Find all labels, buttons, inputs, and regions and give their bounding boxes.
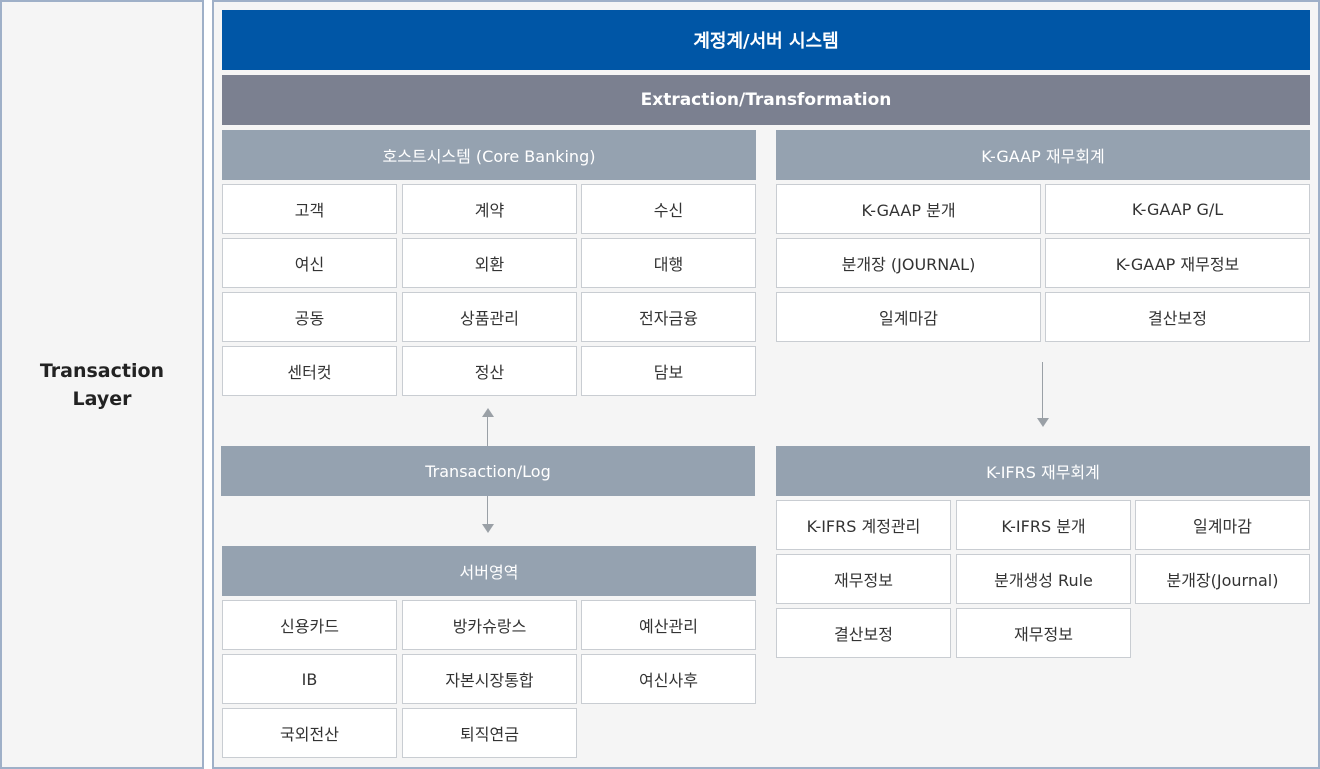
host-cell: 상품관리 — [402, 292, 577, 342]
connector-line — [1042, 362, 1043, 418]
transaction-log-bar: Transaction/Log — [221, 446, 755, 496]
extraction-bar: Extraction/Transformation — [222, 75, 1310, 125]
kifrs-cell: K-IFRS 분개 — [956, 500, 1131, 550]
kgaap-cell: 일계마감 — [776, 292, 1041, 342]
server-cell: 국외전산 — [222, 708, 397, 758]
kgaap-cell: K-GAAP 재무정보 — [1045, 238, 1310, 288]
arrow-down-icon — [1037, 418, 1049, 427]
host-cell: 고객 — [222, 184, 397, 234]
host-cell: 계약 — [402, 184, 577, 234]
layer-label: Transaction Layer — [39, 359, 165, 410]
kifrs-cell: 일계마감 — [1135, 500, 1310, 550]
kifrs-cell: 분개장(Journal) — [1135, 554, 1310, 604]
server-cell: 예산관리 — [581, 600, 756, 650]
arrow-up-icon — [482, 408, 494, 417]
server-cell: 방카슈랑스 — [402, 600, 577, 650]
kgaap-header: K-GAAP 재무회계 — [776, 130, 1310, 180]
host-system-header: 호스트시스템 (Core Banking) — [222, 130, 756, 180]
system-title-bar: 계정계/서버 시스템 — [222, 10, 1310, 70]
server-cell: 자본시장통합 — [402, 654, 577, 704]
server-cell: IB — [222, 654, 397, 704]
kifrs-header: K-IFRS 재무회계 — [776, 446, 1310, 496]
kifrs-cell: 분개생성 Rule — [956, 554, 1131, 604]
arrow-down-icon — [482, 524, 494, 533]
host-cell: 공동 — [222, 292, 397, 342]
kgaap-cell: 결산보정 — [1045, 292, 1310, 342]
host-cell: 수신 — [581, 184, 756, 234]
host-cell: 여신 — [222, 238, 397, 288]
host-cell: 외환 — [402, 238, 577, 288]
server-cell: 퇴직연금 — [402, 708, 577, 758]
host-cell: 센터컷 — [222, 346, 397, 396]
kifrs-cell: 재무정보 — [956, 608, 1131, 658]
host-cell: 정산 — [402, 346, 577, 396]
kgaap-cell: K-GAAP G/L — [1045, 184, 1310, 234]
host-cell: 전자금융 — [581, 292, 756, 342]
connector-line — [487, 416, 488, 446]
kgaap-cell: K-GAAP 분개 — [776, 184, 1041, 234]
host-cell: 담보 — [581, 346, 756, 396]
server-cell: 신용카드 — [222, 600, 397, 650]
kifrs-cell: 결산보정 — [776, 608, 951, 658]
kifrs-cell: 재무정보 — [776, 554, 951, 604]
server-area-header: 서버영역 — [222, 546, 756, 596]
host-cell: 대행 — [581, 238, 756, 288]
connector-line — [487, 496, 488, 524]
kgaap-cell: 분개장 (JOURNAL) — [776, 238, 1041, 288]
kifrs-cell: K-IFRS 계정관리 — [776, 500, 951, 550]
server-cell: 여신사후 — [581, 654, 756, 704]
